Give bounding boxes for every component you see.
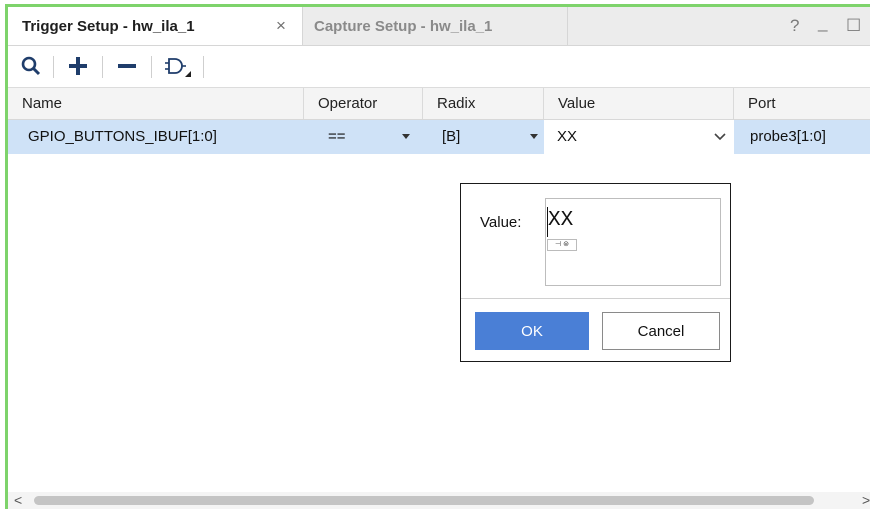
- cell-port: probe3[1:0]: [750, 128, 826, 145]
- tab-trigger-setup[interactable]: Trigger Setup - hw_ila_1 ×: [8, 7, 303, 45]
- value-text: XX: [557, 128, 578, 145]
- minus-icon[interactable]: [113, 52, 141, 80]
- ok-button[interactable]: OK: [475, 312, 589, 350]
- toolbar-divider: [203, 56, 204, 78]
- close-icon[interactable]: ×: [276, 16, 286, 36]
- column-header-port[interactable]: Port: [734, 88, 870, 119]
- bit-selector-icon[interactable]: ⊣ ⊜: [547, 239, 577, 251]
- scroll-right-icon[interactable]: >: [862, 492, 870, 509]
- popup-divider: [461, 298, 730, 299]
- cell-name: GPIO_BUTTONS_IBUF[1:0]: [28, 128, 217, 145]
- tab-capture-setup-label: Capture Setup - hw_ila_1: [314, 17, 493, 35]
- horizontal-scrollbar[interactable]: < >: [8, 492, 870, 509]
- trigger-setup-window: Trigger Setup - hw_ila_1 × Capture Setup…: [5, 4, 870, 509]
- value-input[interactable]: XX ⊣ ⊜: [545, 198, 721, 286]
- radix-select[interactable]: [B]: [423, 120, 544, 154]
- dropdown-arrow-icon[interactable]: [530, 134, 538, 139]
- column-header-radix[interactable]: Radix: [423, 88, 544, 119]
- column-header-operator[interactable]: Operator: [304, 88, 423, 119]
- minimize-icon[interactable]: _: [818, 13, 827, 33]
- tab-bar: Trigger Setup - hw_ila_1 × Capture Setup…: [8, 7, 870, 46]
- help-icon[interactable]: ?: [790, 16, 799, 36]
- maximize-icon[interactable]: ☐: [846, 16, 861, 36]
- column-header-name[interactable]: Name: [8, 88, 304, 119]
- operator-select[interactable]: ==: [304, 120, 423, 154]
- plus-icon[interactable]: [64, 52, 92, 80]
- toolbar-divider: [151, 56, 152, 78]
- scroll-left-icon[interactable]: <: [14, 492, 22, 509]
- logic-gate-icon[interactable]: [161, 52, 195, 80]
- toolbar: [8, 46, 870, 88]
- dropdown-arrow-icon[interactable]: [402, 134, 410, 139]
- scrollbar-thumb[interactable]: [34, 496, 814, 505]
- search-icon[interactable]: [18, 52, 44, 80]
- value-editor-popup: Value: XX ⊣ ⊜ OK Cancel: [460, 183, 731, 362]
- chevron-down-icon[interactable]: [714, 132, 726, 142]
- tab-capture-setup[interactable]: Capture Setup - hw_ila_1: [304, 7, 568, 45]
- table-header: Name Operator Radix Value Port: [8, 88, 870, 120]
- tab-trigger-setup-label: Trigger Setup - hw_ila_1: [22, 17, 195, 35]
- cancel-button[interactable]: Cancel: [602, 312, 720, 350]
- toolbar-divider: [53, 56, 54, 78]
- table-row[interactable]: GPIO_BUTTONS_IBUF[1:0] == [B] XX probe3[…: [8, 120, 870, 154]
- value-select[interactable]: XX: [544, 120, 734, 154]
- toolbar-divider: [102, 56, 103, 78]
- radix-value: [B]: [442, 128, 461, 145]
- operator-value: ==: [328, 128, 346, 145]
- column-header-value[interactable]: Value: [544, 88, 734, 119]
- value-label: Value:: [480, 214, 522, 231]
- value-input-text: XX: [548, 209, 574, 232]
